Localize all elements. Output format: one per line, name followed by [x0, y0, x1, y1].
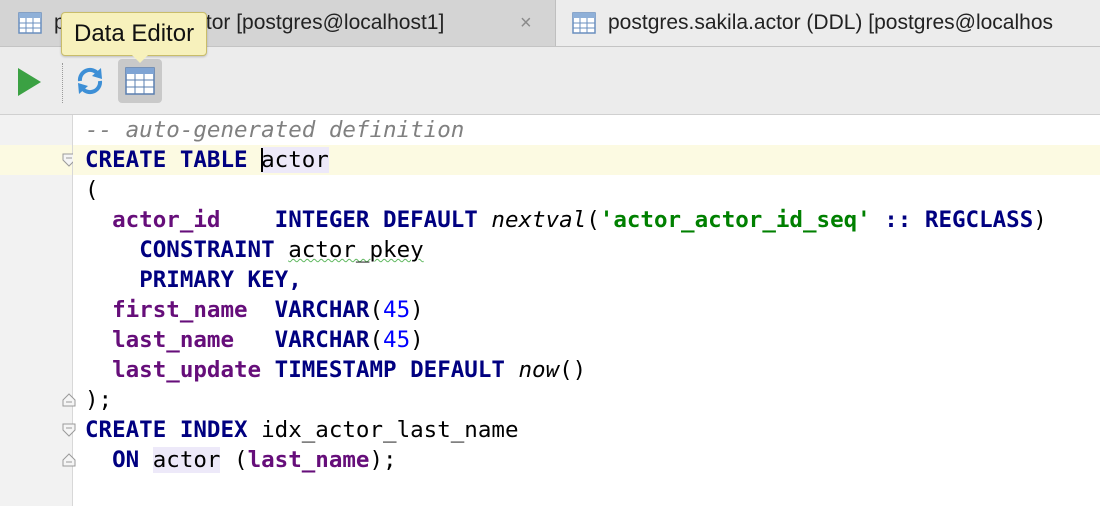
punctuation: ) — [1033, 207, 1047, 233]
column-name: last_name — [247, 447, 370, 473]
tooltip-arrow — [131, 54, 149, 63]
tab-label: actor [postgres@localhost1] — [183, 11, 445, 34]
code-line-current: CREATE TABLE actor — [73, 145, 1100, 175]
number-literal: 45 — [383, 297, 411, 323]
punctuation: , — [288, 267, 302, 293]
code-line: first_name VARCHAR(45) — [73, 295, 1100, 325]
keyword: PRIMARY KEY — [139, 267, 289, 293]
column-type: INTEGER DEFAULT — [274, 207, 478, 233]
function-name: now — [518, 357, 560, 383]
punctuation: ); — [369, 447, 397, 473]
code-line: actor_id INTEGER DEFAULT nextval('actor_… — [73, 205, 1100, 235]
punctuation: ( — [85, 177, 99, 203]
number-literal: 45 — [383, 327, 411, 353]
column-name: last_update — [112, 357, 262, 383]
constraint-name: actor_pkey — [288, 237, 424, 263]
run-icon — [18, 68, 41, 96]
cast-type: REGCLASS — [924, 207, 1034, 233]
code-line: ( — [73, 175, 1100, 205]
punctuation: ( — [369, 297, 384, 323]
keyword: CREATE TABLE — [85, 147, 248, 173]
code-line: CONSTRAINT actor_pkey — [73, 235, 1100, 265]
toolbar — [0, 47, 1100, 115]
tab-label: postgres.sakila.actor (DDL) [postgres@lo… — [608, 11, 1053, 34]
code-line: ); — [73, 385, 1100, 415]
refresh-icon — [77, 67, 103, 95]
keyword: CREATE INDEX — [85, 417, 248, 443]
run-button[interactable] — [12, 65, 46, 99]
table-icon — [572, 12, 596, 34]
code-line: ON actor (last_name); — [73, 445, 1100, 475]
column-type: VARCHAR — [274, 297, 370, 323]
tab-actor-ddl[interactable]: postgres.sakila.actor (DDL) [postgres@lo… — [556, 0, 1100, 46]
punctuation: ( — [369, 327, 384, 353]
code-line: last_update TIMESTAMP DEFAULT now() — [73, 355, 1100, 385]
punctuation: ) — [410, 297, 424, 323]
punctuation: ); — [85, 387, 113, 413]
punctuation: ) — [410, 327, 424, 353]
code-line: -- auto-generated definition — [73, 115, 1100, 145]
punctuation: ( — [234, 447, 248, 473]
code-line: CREATE INDEX idx_actor_last_name — [73, 415, 1100, 445]
table-icon — [18, 12, 42, 34]
column-name: actor_id — [112, 207, 221, 233]
cast-operator: :: — [870, 207, 925, 233]
table-name: actor — [152, 447, 221, 473]
text-caret — [261, 147, 264, 172]
string-literal: 'actor_actor_id_seq' — [599, 207, 871, 233]
data-editor-button[interactable] — [118, 59, 162, 103]
index-name: idx_actor_last_name — [261, 417, 519, 443]
code-comment: -- auto-generated definition — [85, 117, 465, 143]
keyword: CONSTRAINT — [139, 237, 275, 263]
column-type: VARCHAR — [274, 327, 370, 353]
code-line: last_name VARCHAR(45) — [73, 325, 1100, 355]
table-grid-icon — [125, 67, 155, 95]
column-type: TIMESTAMP DEFAULT — [274, 357, 505, 383]
tooltip: Data Editor — [61, 12, 208, 56]
code-editor[interactable]: -- auto-generated definition CREATE TABL… — [73, 115, 1100, 506]
toolbar-separator — [62, 63, 63, 103]
refresh-button[interactable] — [72, 63, 108, 99]
code-line: PRIMARY KEY, — [73, 265, 1100, 295]
close-icon[interactable]: × — [520, 12, 532, 35]
function-name: nextval — [491, 207, 587, 233]
table-name: actor — [261, 147, 329, 173]
keyword: ON — [112, 447, 140, 473]
punctuation: ( — [586, 207, 600, 233]
punctuation: () — [559, 357, 587, 383]
editor-gutter — [0, 115, 76, 506]
column-name: first_name — [112, 297, 248, 323]
column-name: last_name — [112, 327, 235, 353]
